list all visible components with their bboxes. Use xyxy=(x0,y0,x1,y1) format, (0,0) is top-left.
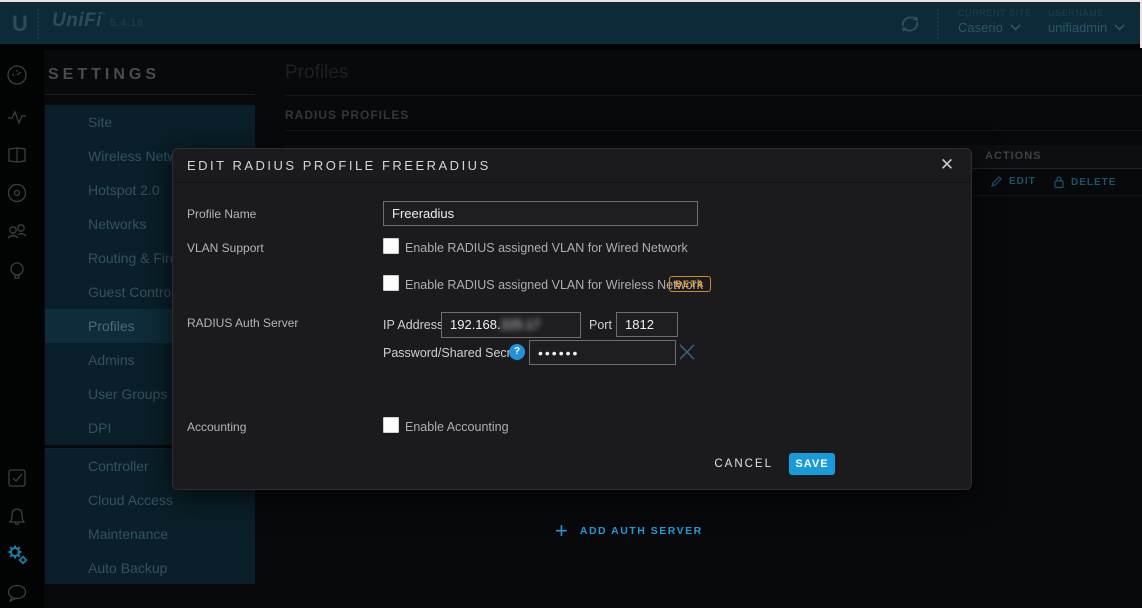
refresh-icon[interactable] xyxy=(897,11,923,37)
lock-icon xyxy=(1053,175,1065,189)
plus-icon: + xyxy=(555,521,568,541)
unifi-logo: UniFi° xyxy=(52,10,106,32)
vlan-wired-checkbox-label: Enable RADIUS assigned VLAN for Wired Ne… xyxy=(405,241,688,255)
nav-rail xyxy=(0,50,44,608)
vlan-wireless-checkbox[interactable] xyxy=(383,275,399,291)
edit-button[interactable]: EDIT xyxy=(990,175,1036,188)
sidebar-item-site[interactable]: Site xyxy=(45,105,255,139)
chevron-down-icon xyxy=(1114,24,1125,31)
pencil-icon xyxy=(990,175,1003,188)
ip-address-input[interactable]: 192.168.225.17 xyxy=(441,312,581,338)
edit-radius-profile-modal: EDIT RADIUS PROFILE FREERADIUS ✕ Profile… xyxy=(172,148,972,490)
app-window: U UniFi° 5.4.18 CURRENT SITE Caserio USE… xyxy=(0,0,1142,608)
delete-button[interactable]: DELETE xyxy=(1053,175,1116,189)
topbar-separator xyxy=(37,9,39,39)
ip-address-label: IP Address xyxy=(383,318,443,332)
port-input[interactable] xyxy=(616,312,678,337)
enable-accounting-checkbox-label: Enable Accounting xyxy=(405,420,509,434)
ubiquiti-logo: U xyxy=(8,11,32,37)
section-heading: RADIUS PROFILES xyxy=(285,108,409,122)
vlan-wireless-checkbox-label: Enable RADIUS assigned VLAN for Wireless… xyxy=(405,278,703,292)
divider xyxy=(285,130,1142,131)
map-icon[interactable] xyxy=(6,144,28,166)
page-title: Profiles xyxy=(285,62,348,84)
divider xyxy=(285,95,1142,96)
password-shared-secret-label: Password/Shared Secret xyxy=(383,346,521,360)
modal-footer: CANCEL SAVE xyxy=(173,445,971,489)
dashboard-icon[interactable] xyxy=(6,64,28,86)
vlan-support-label: VLAN Support xyxy=(187,241,264,255)
username-value: unifiadmin xyxy=(1048,20,1107,35)
beta-badge: BETA xyxy=(669,276,711,292)
modal-title: EDIT RADIUS PROFILE FREERADIUS xyxy=(187,158,491,173)
cancel-button[interactable]: CANCEL xyxy=(714,458,773,470)
current-site-value: Caserio xyxy=(958,20,1003,35)
clients-icon[interactable] xyxy=(6,221,28,243)
help-icon[interactable]: ? xyxy=(509,344,525,360)
statistics-icon[interactable] xyxy=(6,106,28,128)
topbar-separator xyxy=(937,9,939,39)
add-auth-server-button[interactable]: + ADD AUTH SERVER xyxy=(555,521,703,541)
window-edge xyxy=(0,0,1142,2)
sidebar-item-maintenance[interactable]: Maintenance xyxy=(45,517,255,551)
vlan-wired-checkbox[interactable] xyxy=(383,238,399,254)
alerts-icon[interactable] xyxy=(6,506,28,528)
password-input[interactable] xyxy=(529,340,676,365)
close-icon[interactable]: ✕ xyxy=(935,153,959,177)
topbar-shadow xyxy=(0,44,1142,50)
devices-icon[interactable] xyxy=(6,182,28,204)
chat-icon[interactable] xyxy=(6,582,28,604)
profile-name-label: Profile Name xyxy=(187,207,256,221)
settings-title: SETTINGS xyxy=(48,66,160,84)
current-site-label: CURRENT SITE xyxy=(958,8,1032,18)
sidebar-item-auto-backup[interactable]: Auto Backup xyxy=(45,551,255,585)
username-label: USERNAME xyxy=(1048,8,1125,18)
radius-auth-server-label: RADIUS Auth Server xyxy=(187,316,298,330)
port-label: Port xyxy=(589,318,612,332)
actions-column-header: ACTIONS xyxy=(985,150,1042,162)
modal-header: EDIT RADIUS PROFILE FREERADIUS ✕ xyxy=(173,149,971,183)
settings-icon[interactable] xyxy=(6,544,28,566)
divider xyxy=(45,94,255,95)
version-text: 5.4.18 xyxy=(110,18,144,29)
chevron-down-icon xyxy=(1010,24,1021,31)
profile-name-input[interactable] xyxy=(383,201,698,226)
enable-accounting-checkbox[interactable] xyxy=(383,417,399,433)
accounting-label: Accounting xyxy=(187,420,246,434)
save-button[interactable]: SAVE xyxy=(789,453,835,475)
insights-icon[interactable] xyxy=(6,260,28,282)
ip-redacted-text: 225.17 xyxy=(501,317,541,332)
events-icon[interactable] xyxy=(6,467,28,489)
topbar: U UniFi° 5.4.18 CURRENT SITE Caserio USE… xyxy=(0,2,1142,44)
remove-auth-server-icon[interactable] xyxy=(677,342,697,362)
site-selector[interactable]: CURRENT SITE Caserio xyxy=(958,8,1032,35)
user-menu[interactable]: USERNAME unifiadmin xyxy=(1048,8,1125,35)
